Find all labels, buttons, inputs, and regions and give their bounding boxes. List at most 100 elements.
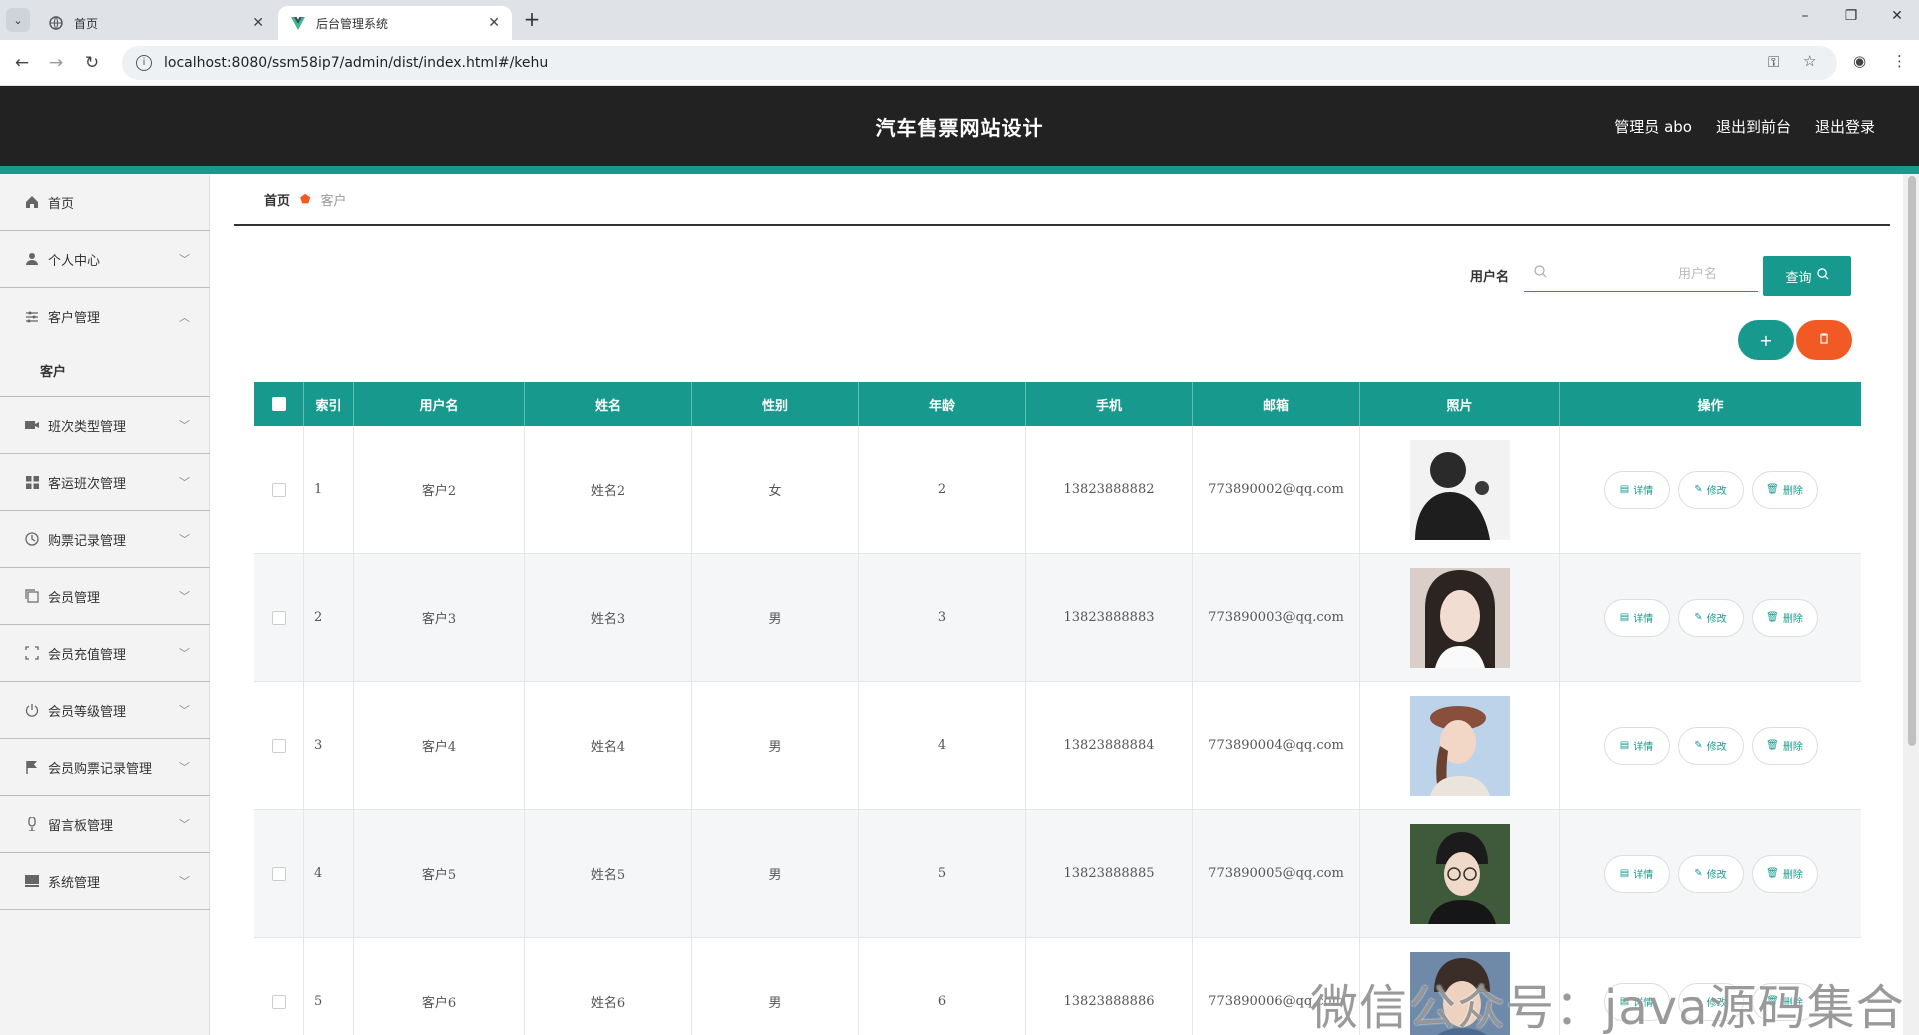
row-checkbox[interactable]	[271, 738, 286, 753]
close-icon[interactable]: ✕	[488, 15, 500, 31]
sidebar-item-system[interactable]: 系统管理 ﹀	[0, 853, 210, 910]
name-cell: 姓名2	[525, 426, 692, 553]
sidebar-item-profile[interactable]: 个人中心 ﹀	[0, 231, 210, 288]
sidebar-subitem-customer[interactable]: 客户	[0, 345, 210, 397]
table-row[interactable]: 2 客户3 姓名3 男 3 13823888883 773890003@qq.c…	[254, 554, 1861, 682]
row-checkbox[interactable]	[271, 994, 286, 1009]
column-header[interactable]: 用户名	[354, 382, 525, 426]
column-header[interactable]: 索引	[304, 382, 354, 426]
globe-icon	[48, 15, 64, 31]
admin-user-label[interactable]: 管理员 abo	[1614, 116, 1692, 137]
row-checkbox[interactable]	[271, 610, 286, 625]
delete-button[interactable]: 🗑 删除	[1751, 726, 1818, 765]
sidebar-item-message-board[interactable]: 留言板管理 ﹀	[0, 796, 210, 853]
info-icon[interactable]: i	[136, 55, 152, 71]
search-input[interactable]	[1547, 266, 1747, 281]
delete-button[interactable]: 🗑 删除	[1751, 854, 1818, 893]
add-button[interactable]: +	[1738, 320, 1794, 360]
window-close-button[interactable]: ✕	[1882, 8, 1912, 24]
sidebar-item-customer-mgmt[interactable]: 客户管理 ︿	[0, 288, 210, 345]
box-icon	[24, 873, 40, 889]
browser-tab-home[interactable]: 首页 ✕	[36, 6, 276, 40]
more-menu-icon[interactable]: ⋮	[1892, 52, 1907, 70]
url-field[interactable]: i localhost:8080/ssm58ip7/admin/dist/ind…	[122, 46, 1837, 80]
query-button[interactable]: 查询	[1763, 256, 1851, 296]
logout-link[interactable]: 退出登录	[1815, 116, 1875, 137]
chevron-up-icon: ︿	[179, 310, 190, 324]
chevron-down-icon: ﹀	[179, 476, 190, 489]
row-checkbox[interactable]	[271, 482, 286, 497]
restore-button[interactable]: ❐	[1836, 8, 1866, 24]
customer-photo[interactable]	[1409, 823, 1510, 924]
table-row[interactable]: 1 客户2 姓名2 女 2 13823888882 773890002@qq.c…	[254, 426, 1861, 554]
sidebar-item-recharge[interactable]: 会员充值管理 ﹀	[0, 625, 210, 682]
close-icon[interactable]: ✕	[252, 15, 264, 31]
profile-icon[interactable]: ◉	[1853, 52, 1866, 70]
sidebar-item-label: 客运班次管理	[48, 476, 127, 492]
back-arrow-icon[interactable]: ←	[10, 51, 34, 75]
sidebar-item-ticket-record[interactable]: 购票记录管理 ﹀	[0, 511, 210, 568]
edit-button[interactable]: ✎ 修改	[1677, 854, 1744, 893]
breadcrumb-current: 客户	[320, 193, 347, 209]
browser-tab-admin[interactable]: 后台管理系统 ✕	[278, 6, 512, 40]
mic-icon	[24, 816, 40, 832]
gender-cell: 女	[692, 426, 859, 553]
select-all-checkbox[interactable]	[271, 397, 286, 411]
name-cell: 姓名4	[525, 682, 692, 809]
sidebar-item-bus-shift[interactable]: 客运班次管理 ﹀	[0, 454, 210, 511]
column-header[interactable]: 照片	[1360, 382, 1560, 426]
column-header[interactable]: 性别	[692, 382, 859, 426]
edit-button[interactable]: ✎ 修改	[1677, 470, 1744, 509]
sidebar-item-member-level[interactable]: 会员等级管理 ﹀	[0, 682, 210, 739]
edit-button[interactable]: ✎ 修改	[1677, 598, 1744, 637]
batch-delete-button[interactable]	[1796, 320, 1852, 360]
key-icon[interactable]: ⚿	[1768, 53, 1779, 71]
grid-icon	[24, 474, 40, 490]
tab-search-button[interactable]: ⌄	[6, 8, 30, 32]
customer-photo[interactable]	[1409, 695, 1510, 796]
breadcrumb-home[interactable]: 首页	[264, 190, 290, 209]
minimize-button[interactable]: –	[1790, 8, 1820, 24]
document-icon: ▤	[1619, 612, 1630, 623]
flag-icon	[24, 759, 40, 775]
page-scrollbar[interactable]	[1908, 176, 1916, 746]
gender-cell: 男	[692, 810, 859, 937]
photo-cell	[1360, 810, 1560, 937]
username-cell: 客户2	[354, 426, 525, 553]
star-icon[interactable]: ☆	[1803, 52, 1816, 70]
forward-arrow-icon[interactable]: →	[44, 51, 68, 75]
frame-icon	[24, 645, 40, 661]
row-checkbox[interactable]	[271, 866, 286, 881]
customer-photo[interactable]	[1409, 439, 1510, 540]
exit-to-front-link[interactable]: 退出到前台	[1716, 116, 1791, 137]
delete-button[interactable]: 🗑 删除	[1751, 470, 1818, 509]
detail-button[interactable]: ▤ 详情	[1603, 854, 1670, 893]
actions-cell: ▤ 详情 ✎ 修改 🗑 删除	[1560, 426, 1861, 553]
actions-cell: ▤ 详情 ✎ 修改 🗑 删除	[1560, 554, 1861, 681]
sidebar-item-member[interactable]: 会员管理 ﹀	[0, 568, 210, 625]
column-header[interactable]: 年龄	[859, 382, 1026, 426]
detail-label: 详情	[1633, 742, 1654, 753]
trash-icon	[1819, 333, 1829, 347]
delete-button[interactable]: 🗑 删除	[1751, 598, 1818, 637]
column-header[interactable]: 姓名	[525, 382, 692, 426]
edit-button[interactable]: ✎ 修改	[1677, 726, 1744, 765]
table-header: 索引 用户名 姓名 性别 年龄 手机 邮箱 照片 操作	[254, 382, 1861, 426]
name-cell: 姓名3	[525, 554, 692, 681]
customer-photo[interactable]	[1409, 567, 1510, 668]
table-row[interactable]: 3 客户4 姓名4 男 4 13823888884 773890004@qq.c…	[254, 682, 1861, 810]
new-tab-button[interactable]: +	[520, 8, 544, 32]
sidebar-item-home[interactable]: 首页	[0, 174, 210, 231]
sidebar-item-member-ticket[interactable]: 会员购票记录管理 ﹀	[0, 739, 210, 796]
detail-button[interactable]: ▤ 详情	[1603, 726, 1670, 765]
table-row[interactable]: 4 客户5 姓名5 男 5 13823888885 773890005@qq.c…	[254, 810, 1861, 938]
column-header[interactable]: 手机	[1026, 382, 1193, 426]
detail-button[interactable]: ▤ 详情	[1603, 470, 1670, 509]
email-cell: 773890003@qq.com	[1193, 554, 1360, 681]
detail-button[interactable]: ▤ 详情	[1603, 598, 1670, 637]
column-header[interactable]: 邮箱	[1193, 382, 1360, 426]
column-header: 操作	[1697, 398, 1724, 414]
sidebar-item-label: 购票记录管理	[48, 533, 127, 549]
sidebar-item-shift-type[interactable]: 班次类型管理 ﹀	[0, 397, 210, 454]
reload-icon[interactable]: ↻	[80, 51, 104, 75]
